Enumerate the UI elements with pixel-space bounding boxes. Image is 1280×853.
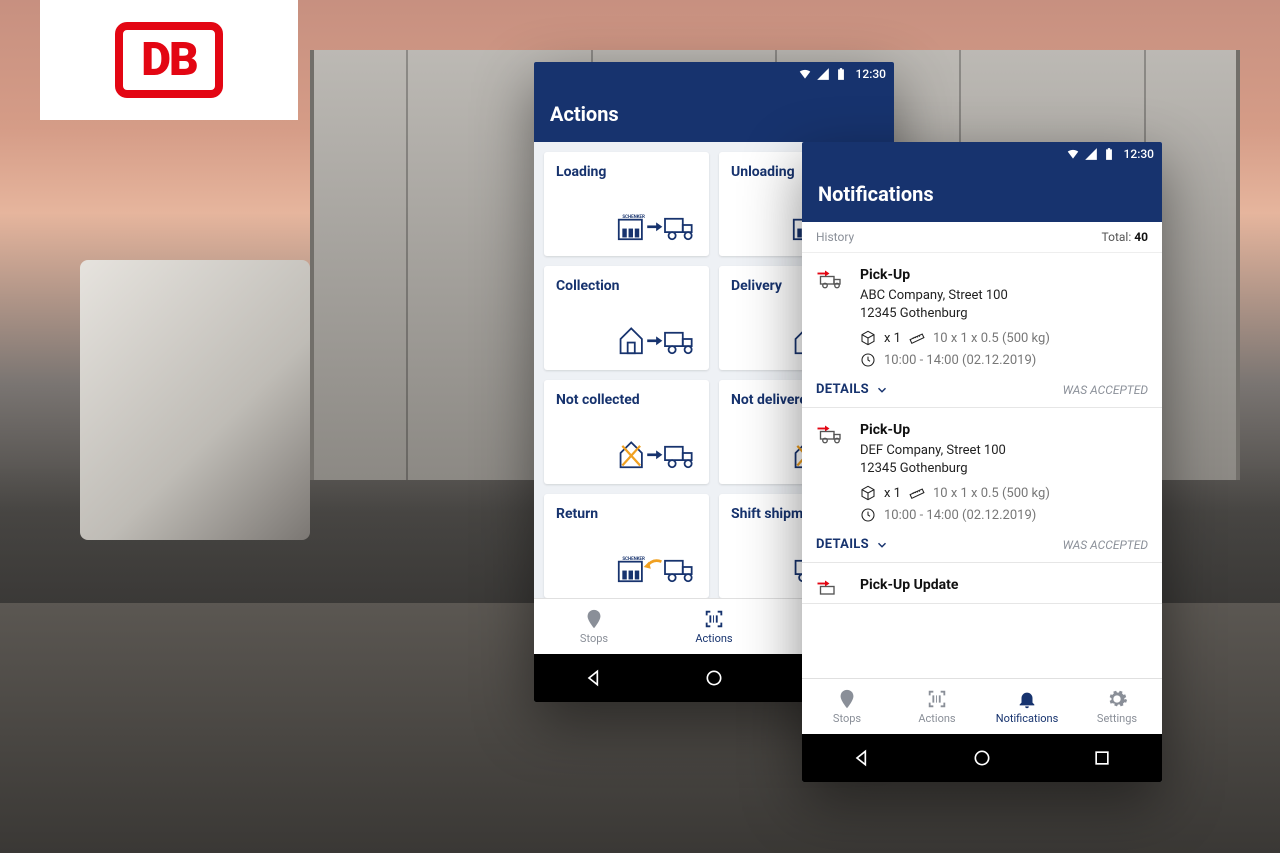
nav-label: Settings <box>1097 712 1137 725</box>
notification-type: Pick-Up <box>860 267 1148 283</box>
total-label: Total: 40 <box>1102 230 1148 244</box>
dimensions-value: 10 x 1 x 0.5 (500 kg) <box>933 486 1050 501</box>
stops-icon <box>583 608 605 630</box>
signal-icon <box>1084 147 1098 161</box>
app-bar-title: Notifications <box>818 182 934 206</box>
package-icon <box>860 330 876 346</box>
action-card-not-collected[interactable]: Not collected <box>544 380 709 484</box>
truck-cab-graphic <box>80 260 310 540</box>
action-label: Return <box>556 506 697 522</box>
signal-icon <box>816 67 830 81</box>
nav-stops[interactable]: Stops <box>534 599 654 654</box>
wifi-icon <box>798 67 812 81</box>
chevron-down-icon <box>875 538 889 552</box>
app-bar-actions: Actions <box>534 86 894 142</box>
action-card-loading[interactable]: Loading SCHENKER <box>544 152 709 256</box>
action-card-return[interactable]: Return SCHENKER <box>544 494 709 598</box>
nav-actions[interactable]: Actions <box>892 679 982 734</box>
nav-notifications[interactable]: Notifications <box>982 679 1072 734</box>
bell-icon <box>1016 688 1038 710</box>
action-label: Not collected <box>556 392 697 408</box>
not-collected-icon <box>617 434 697 476</box>
action-label: Collection <box>556 278 697 294</box>
back-icon[interactable] <box>852 748 872 768</box>
status-bar: 12:30 <box>534 62 894 86</box>
pickup-icon <box>816 422 846 523</box>
loading-icon: SCHENKER <box>617 206 697 248</box>
details-button[interactable]: DETAILS <box>816 382 889 397</box>
notification-card[interactable]: Pick-Up Update <box>802 563 1162 604</box>
qty-value: x 1 <box>884 331 901 346</box>
notification-status: WAS ACCEPTED <box>1063 383 1148 397</box>
battery-icon <box>834 67 848 81</box>
nav-actions[interactable]: Actions <box>654 599 774 654</box>
gear-icon <box>1106 688 1128 710</box>
notification-type: Pick-Up Update <box>860 577 1148 593</box>
clock-icon <box>860 352 876 368</box>
scan-icon <box>703 608 725 630</box>
notification-type: Pick-Up <box>860 422 1148 438</box>
qty-value: x 1 <box>884 486 901 501</box>
stops-icon <box>836 688 858 710</box>
time-value: 10:00 - 14:00 (02.12.2019) <box>884 508 1036 523</box>
pickup-icon <box>816 267 846 368</box>
notification-address: ABC Company, Street 100 12345 Gothenburg <box>860 287 1148 322</box>
status-time: 12:30 <box>856 67 886 81</box>
total-value: 40 <box>1134 230 1148 244</box>
nav-label: Actions <box>918 712 955 725</box>
ruler-icon <box>909 330 925 346</box>
return-icon: SCHENKER <box>617 548 697 590</box>
package-icon <box>860 485 876 501</box>
nav-label: Stops <box>580 632 608 645</box>
home-icon[interactable] <box>704 668 724 688</box>
notifications-body: History Total: 40 Pick-Up ABC Company, S… <box>802 222 1162 678</box>
recents-icon[interactable] <box>1092 748 1112 768</box>
notification-card[interactable]: Pick-Up ABC Company, Street 100 12345 Go… <box>802 253 1162 408</box>
svg-text:SCHENKER: SCHENKER <box>622 556 645 562</box>
dimensions-value: 10 x 1 x 0.5 (500 kg) <box>933 331 1050 346</box>
pickup-update-icon <box>816 577 846 603</box>
action-card-collection[interactable]: Collection <box>544 266 709 370</box>
ruler-icon <box>909 485 925 501</box>
phone-notifications: 12:30 Notifications History Total: 40 Pi… <box>802 142 1162 782</box>
clock-icon <box>860 507 876 523</box>
nav-label: Stops <box>833 712 861 725</box>
notification-status: WAS ACCEPTED <box>1063 538 1148 552</box>
nav-stops[interactable]: Stops <box>802 679 892 734</box>
notifications-subheader: History Total: 40 <box>802 222 1162 253</box>
nav-settings[interactable]: Settings <box>1072 679 1162 734</box>
db-logo-card: DB <box>40 0 298 120</box>
app-bar-notifications: Notifications <box>802 166 1162 222</box>
nav-label: Actions <box>695 632 732 645</box>
back-icon[interactable] <box>584 668 604 688</box>
scan-icon <box>926 688 948 710</box>
notification-card[interactable]: Pick-Up DEF Company, Street 100 12345 Go… <box>802 408 1162 563</box>
action-label: Loading <box>556 164 697 180</box>
history-label: History <box>816 230 854 244</box>
wifi-icon <box>1066 147 1080 161</box>
db-logo: DB <box>115 22 223 98</box>
home-icon[interactable] <box>972 748 992 768</box>
android-nav <box>802 734 1162 782</box>
status-bar: 12:30 <box>802 142 1162 166</box>
notification-address: DEF Company, Street 100 12345 Gothenburg <box>860 442 1148 477</box>
notifications-list[interactable]: Pick-Up ABC Company, Street 100 12345 Go… <box>802 253 1162 678</box>
bottom-nav-notifications: Stops Actions Notifications Settings <box>802 678 1162 734</box>
details-button[interactable]: DETAILS <box>816 537 889 552</box>
nav-label: Notifications <box>996 712 1059 725</box>
svg-text:SCHENKER: SCHENKER <box>622 214 645 220</box>
app-bar-title: Actions <box>550 102 619 126</box>
battery-icon <box>1102 147 1116 161</box>
time-value: 10:00 - 14:00 (02.12.2019) <box>884 353 1036 368</box>
status-time: 12:30 <box>1124 147 1154 161</box>
collection-icon <box>617 320 697 362</box>
chevron-down-icon <box>875 383 889 397</box>
